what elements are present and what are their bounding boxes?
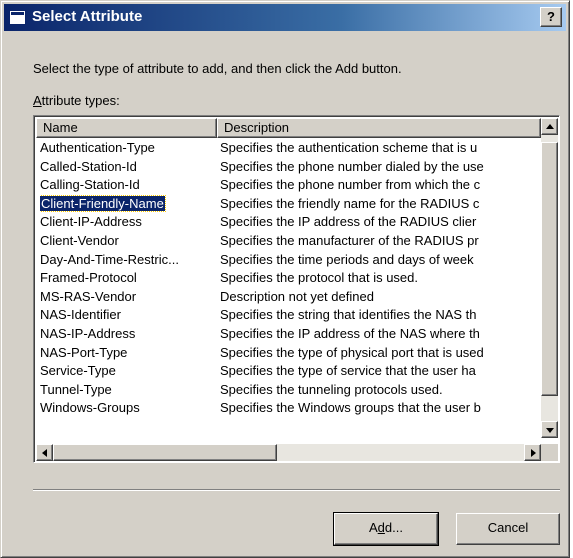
- list-item-description: Specifies the type of physical port that…: [220, 344, 484, 360]
- list-item-name-text: Framed-Protocol: [40, 270, 137, 286]
- list-item-name-text: Client-IP-Address: [40, 214, 142, 230]
- list-item-description: Specifies the type of service that the u…: [220, 363, 476, 379]
- scroll-left-button[interactable]: [36, 444, 53, 461]
- list-item-description: Specifies the friendly name for the RADI…: [220, 195, 480, 211]
- add-button[interactable]: Add...: [333, 512, 439, 546]
- list-item-name-text: Tunnel-Type: [40, 381, 112, 397]
- list-item-name-text: Windows-Groups: [40, 400, 140, 416]
- list-item-description: Specifies the authentication scheme that…: [220, 140, 478, 155]
- scroll-right-button[interactable]: [524, 444, 541, 461]
- list-item-name: Called-Station-Id: [40, 158, 214, 176]
- list-item-name-text: Service-Type: [40, 363, 116, 379]
- list-item-description: Specifies the time periods and days of w…: [220, 251, 474, 267]
- list-item[interactable]: NAS-Port-Type Specifies the type of physi…: [36, 344, 541, 363]
- instruction-text: Select the type of attribute to add, and…: [33, 61, 402, 76]
- add-button-post: d...: [384, 520, 403, 535]
- scroll-down-button[interactable]: [541, 421, 558, 438]
- list-item-name-text: Called-Station-Id: [40, 158, 137, 174]
- list-item[interactable]: Framed-Protocol Specifies the protocol th…: [36, 269, 541, 288]
- list-item[interactable]: NAS-Identifier Specifies the string that …: [36, 306, 541, 325]
- add-button-pre: A: [369, 520, 378, 535]
- list-item-name-text: NAS-Port-Type: [40, 344, 128, 360]
- list-item-name-text: Authentication-Type: [40, 140, 155, 155]
- horizontal-scrollbar[interactable]: [36, 444, 541, 461]
- list-item-name: Tunnel-Type: [40, 381, 214, 399]
- attribute-types-label-rest: ttribute types:: [41, 93, 120, 108]
- list-item[interactable]: Tunnel-Type Specifies the tunneling proto…: [36, 381, 541, 400]
- vertical-scrollbar[interactable]: [541, 118, 558, 438]
- list-item-name: Authentication-Type: [40, 139, 214, 157]
- help-button[interactable]: ?: [540, 7, 562, 27]
- list-item-description: Specifies the phone number from which th…: [220, 177, 481, 193]
- list-item-name: Windows-Groups: [40, 399, 214, 417]
- list-item-description: Description not yet defined: [220, 288, 374, 304]
- arrow-left-icon: [41, 448, 47, 457]
- list-item[interactable]: Client-Friendly-Name Specifies the friend…: [36, 194, 541, 214]
- list-item-name: Framed-Protocol: [40, 269, 214, 287]
- list-item-description: Specifies the IP address of the NAS wher…: [220, 325, 480, 341]
- list-item-name: Service-Type: [40, 362, 214, 380]
- list-item[interactable]: Client-Vendor Specifies the manufacturer …: [36, 232, 541, 251]
- question-icon: ?: [547, 9, 555, 24]
- list-item[interactable]: NAS-IP-Address Specifies the IP address o…: [36, 325, 541, 344]
- list-item[interactable]: Authentication-Type Specifies the authent…: [36, 139, 541, 158]
- list-item-description: Specifies the IP address of the RADIUS c…: [220, 214, 477, 230]
- list-item-description: Specifies the manufacturer of the RADIUS…: [220, 232, 479, 248]
- attribute-types-label: Attribute types:: [33, 93, 120, 108]
- horizontal-scroll-thumb[interactable]: [53, 444, 277, 461]
- list-rows: Authentication-Type Specifies the authent…: [36, 139, 541, 436]
- list-item[interactable]: Client-IP-Address Specifies the IP addres…: [36, 213, 541, 232]
- list-item-name-text: NAS-IP-Address: [40, 325, 136, 341]
- add-button-mnemonic: d: [377, 520, 385, 535]
- column-header-name[interactable]: Name: [36, 118, 217, 138]
- list-item-name-text: NAS-Identifier: [40, 307, 121, 323]
- list-item-description: Specifies the protocol that is used.: [220, 270, 419, 286]
- list-item[interactable]: Windows-Groups Specifies the Windows grou…: [36, 399, 541, 418]
- list-item[interactable]: Calling-Station-Id Specifies the phone nu…: [36, 176, 541, 195]
- list-item-name-text: MS-RAS-Vendor: [40, 288, 137, 304]
- list-item-description: Specifies the tunneling protocols used.: [220, 381, 443, 397]
- list-item[interactable]: Service-Type Specifies the type of servic…: [36, 362, 541, 381]
- separator: [33, 489, 560, 491]
- list-item-description: Specifies the Windows groups that the us…: [220, 400, 481, 416]
- cancel-button[interactable]: Cancel: [456, 513, 560, 545]
- list-item-description: Specifies the phone number dialed by the…: [220, 158, 484, 174]
- title-bar[interactable]: Select Attribute ?: [4, 4, 566, 31]
- scrollbar-corner: [541, 444, 558, 461]
- list-item[interactable]: MS-RAS-Vendor Description not yet defined: [36, 288, 541, 307]
- list-item-name: Client-IP-Address: [40, 213, 214, 231]
- list-item[interactable]: Day-And-Time-Restric... Specifies the tim…: [36, 251, 541, 270]
- attribute-types-mnemonic: A: [33, 93, 42, 108]
- list-item-description: Specifies the string that identifies the…: [220, 307, 477, 323]
- list-item-name-text: Client-Friendly-Name: [40, 194, 166, 212]
- dialog-title: Select Attribute: [32, 8, 143, 25]
- list-item-name: NAS-Port-Type: [40, 344, 214, 362]
- attribute-types-list[interactable]: Name Description Authentication-Type Spec…: [33, 115, 560, 463]
- list-item-name-text: Client-Vendor: [40, 232, 119, 248]
- list-item-name: NAS-IP-Address: [40, 325, 214, 343]
- list-item-name: Day-And-Time-Restric...: [40, 251, 214, 269]
- list-item-name-text: Calling-Station-Id: [40, 177, 140, 193]
- select-attribute-dialog: Select Attribute ? Select the type of at…: [0, 0, 570, 558]
- list-item[interactable]: Called-Station-Id Specifies the phone num…: [36, 158, 541, 177]
- arrow-down-icon: [545, 427, 554, 433]
- list-item-name: NAS-Identifier: [40, 306, 214, 324]
- list-header: Name Description: [36, 118, 541, 138]
- list-item-name-text: Day-And-Time-Restric...: [40, 251, 179, 267]
- arrow-up-icon: [545, 123, 554, 129]
- vertical-scroll-thumb[interactable]: [541, 142, 558, 396]
- list-item-name: Client-Friendly-Name: [40, 194, 214, 213]
- list-item-name: Client-Vendor: [40, 232, 214, 250]
- column-header-description[interactable]: Description: [217, 118, 541, 138]
- list-item-name: Calling-Station-Id: [40, 176, 214, 194]
- list-item-name: MS-RAS-Vendor: [40, 288, 214, 306]
- arrow-right-icon: [530, 448, 536, 457]
- scroll-up-button[interactable]: [541, 118, 558, 135]
- dialog-icon: [9, 10, 26, 25]
